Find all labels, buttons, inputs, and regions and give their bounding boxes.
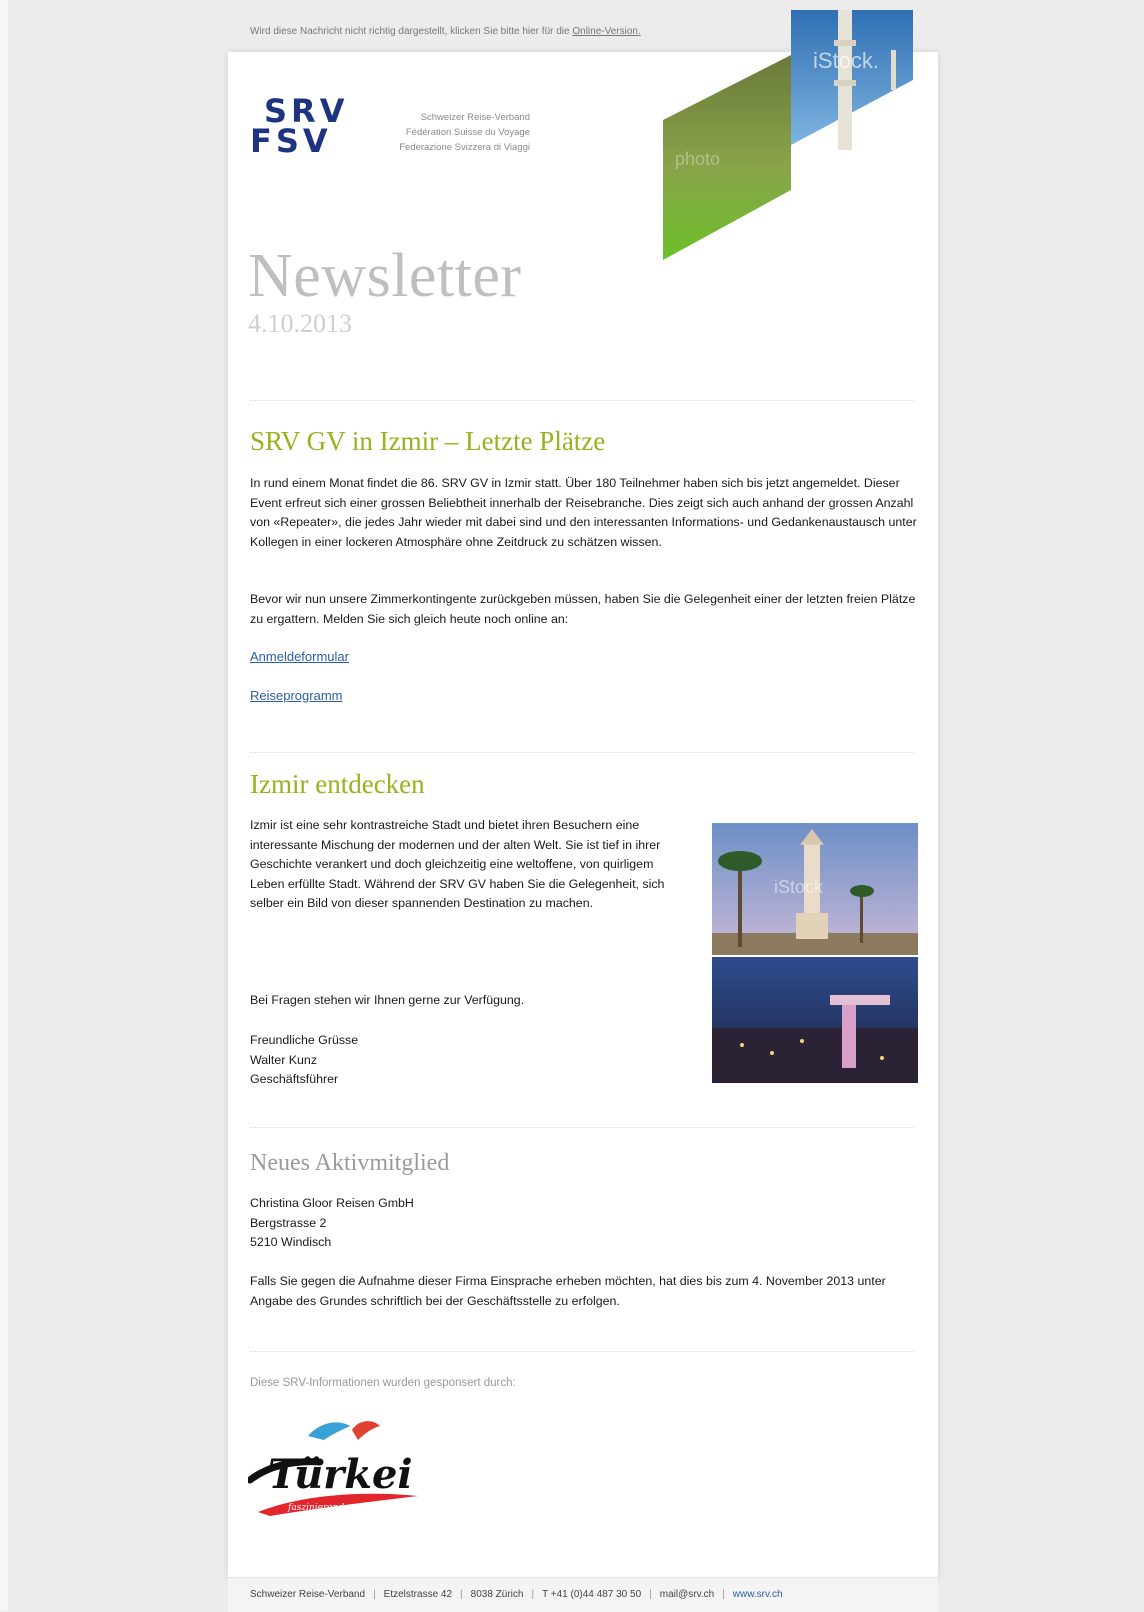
footer-street: Etzelstrasse 42: [383, 1589, 453, 1600]
signature-title: Geschäftsführer: [250, 1072, 339, 1086]
preheader: Wird diese Nachricht nicht richtig darge…: [250, 26, 641, 37]
article3-p1: Falls Sie gegen die Aufnahme dieser Firm…: [250, 1274, 886, 1308]
article2-heading: Izmir entdecken: [250, 769, 425, 799]
srv-fsv-logo: SRV FSV Schweizer Reise-Verband Fédérati…: [250, 95, 550, 160]
article1-p1: In rund einem Monat findet die 86. SRV G…: [250, 476, 917, 549]
logo-line-it: Federazione Svizzera di Viaggi: [399, 142, 530, 153]
footer-web-link[interactable]: www.srv.ch: [733, 1589, 783, 1600]
footer-phone: T +41 (0)44 487 30 50: [542, 1589, 642, 1600]
divider: [250, 752, 914, 753]
newsletter-date: 4.10.2013: [248, 309, 352, 338]
article3-heading: Neues Aktivmitglied: [250, 1150, 450, 1176]
member-street: Bergstrasse 2: [250, 1215, 327, 1230]
footer-email-link[interactable]: mail@srv.ch: [660, 1589, 714, 1600]
article2-body: Izmir ist eine sehr kontrastreiche Stadt…: [250, 816, 678, 914]
article3-body: Falls Sie gegen die Aufnahme dieser Firm…: [250, 1272, 900, 1311]
article2-p1: Izmir ist eine sehr kontrastreiche Stadt…: [250, 818, 665, 910]
member-name: Christina Gloor Reisen GmbH: [250, 1196, 414, 1210]
newsletter-title: Newsletter: [248, 242, 522, 310]
online-version-link[interactable]: Online-Version.: [572, 26, 640, 37]
divider: [250, 1127, 914, 1128]
footer-contact: Schweizer Reise-Verband | Etzelstrasse 42 |…: [250, 1589, 783, 1600]
turkei-wordmark: Türkei: [268, 1451, 413, 1498]
article1-p2: Bevor wir nun unsere Zimmerkontingente z…: [250, 592, 916, 626]
divider: [250, 400, 914, 401]
header-watermark: iStock.: [813, 48, 879, 73]
logo-line-de: Schweizer Reise-Verband: [420, 112, 530, 123]
footer-org: Schweizer Reise-Verband: [250, 1589, 366, 1600]
turkei-subtext: faszinierend: [287, 1503, 344, 1513]
signature-greeting: Freundliche Grüsse: [250, 1033, 359, 1047]
header-watermark-photo: photo: [675, 149, 720, 169]
article1-body2: Bevor wir nun unsere Zimmerkontingente z…: [250, 590, 918, 629]
newsletter-page: Wird diese Nachricht nicht richtig darge…: [0, 0, 1144, 1612]
left-edge: [0, 0, 8, 1611]
article1-heading: SRV GV in Izmir – Letzte Plätze: [250, 426, 606, 456]
footer-city: 8038 Zürich: [470, 1589, 524, 1600]
logo-fsv: FSV: [250, 122, 332, 160]
article2-p2: Bei Fragen stehen wir Ihnen gerne zur Ve…: [250, 993, 525, 1007]
header-image: iStock. photo: [663, 10, 913, 260]
footer: Schweizer Reise-Verband | Etzelstrasse 42 |…: [228, 1577, 938, 1612]
member-city: 5210 Windisch: [250, 1235, 332, 1249]
article2-body2: Bei Fragen stehen wir Ihnen gerne zur Ve…: [250, 991, 678, 1011]
article1-body: In rund einem Monat findet die 86. SRV G…: [250, 474, 918, 552]
travel-program-link[interactable]: Reiseprogramm: [250, 688, 342, 703]
divider: [250, 1351, 914, 1352]
logo-taglines: Schweizer Reise-Verband Fédération Suiss…: [380, 110, 530, 155]
member-address: Christina Gloor Reisen GmbH Bergstrasse …: [250, 1194, 918, 1253]
signature: Freundliche Grüsse Walter Kunz Geschäfts…: [250, 1031, 678, 1090]
logo-line-fr: Fédération Suisse du Voyage: [405, 127, 530, 138]
izmir-watermark: iStock: [774, 877, 824, 897]
preheader-text: Wird diese Nachricht nicht richtig darge…: [250, 26, 573, 37]
sponsor-label: Diese SRV-Informationen wurden gesponser…: [250, 1377, 516, 1389]
registration-form-link[interactable]: Anmeldeformular: [250, 649, 349, 664]
turkei-logo: Türkei faszinierend: [248, 1421, 418, 1516]
izmir-photo: iStock: [712, 823, 918, 1083]
signature-name: Walter Kunz: [250, 1052, 318, 1067]
